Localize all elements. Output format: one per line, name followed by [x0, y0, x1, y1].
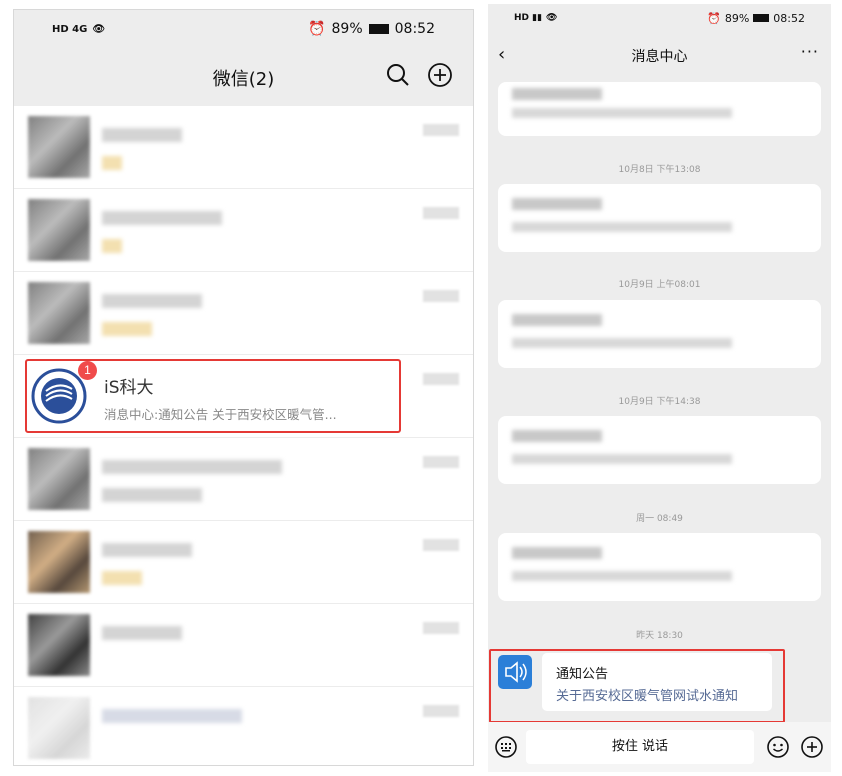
blurred-preview	[102, 156, 122, 170]
notice-link[interactable]: 关于西安校区暖气管网试水通知	[556, 685, 738, 704]
clock-time: 08:52	[394, 21, 435, 37]
signal-indicator: HD 4G	[52, 23, 88, 35]
blurred-time	[423, 124, 459, 136]
eye-icon: 👁	[92, 23, 106, 35]
timestamp: 10月9日 下午14:38	[618, 397, 701, 407]
avatar	[28, 697, 90, 759]
battery-icon	[368, 24, 389, 34]
timestamp: 昨天 18:30	[636, 631, 683, 641]
status-bar: HD 4G 👁 ⏰ 89% 08:52	[14, 10, 473, 48]
blurred-body	[512, 571, 732, 581]
page-title: 消息中心	[631, 49, 688, 65]
add-circle-icon[interactable]	[800, 735, 824, 759]
blurred-body	[512, 108, 732, 118]
list-item[interactable]	[14, 604, 473, 687]
eye-icon: 👁	[546, 13, 558, 23]
battery-percent: 89%	[724, 11, 750, 25]
emoji-icon[interactable]	[766, 735, 790, 759]
blurred-name	[102, 709, 242, 723]
list-item[interactable]	[14, 687, 473, 765]
input-bar: 按住 说话	[488, 722, 831, 772]
signal-icon: HD ▮▮	[514, 13, 543, 23]
list-item[interactable]	[14, 106, 473, 189]
notice-message[interactable]: 通知公告 关于西安校区暖气管网试水通知	[496, 649, 784, 717]
message-card[interactable]	[498, 300, 821, 368]
avatar	[28, 282, 90, 344]
message-card[interactable]	[498, 533, 821, 601]
list-item[interactable]	[14, 272, 473, 355]
blurred-name	[102, 543, 192, 557]
add-circle-icon[interactable]	[427, 62, 453, 88]
avatar	[28, 116, 90, 178]
blurred-title	[512, 314, 602, 326]
timestamp: 周一 08:49	[636, 514, 683, 524]
unread-badge: 1	[78, 361, 97, 380]
blurred-time	[423, 373, 459, 385]
status-bar: HD ▮▮ 👁 ⏰ 89% 08:52	[488, 4, 831, 32]
blurred-title	[512, 430, 602, 442]
list-item[interactable]	[14, 521, 473, 604]
more-icon[interactable]: ···	[801, 42, 819, 61]
blurred-preview	[102, 239, 122, 253]
blurred-title	[512, 547, 602, 559]
timestamp: 10月9日 上午08:01	[618, 280, 701, 290]
avatar	[28, 614, 90, 676]
wechat-chat-list-screen: HD 4G 👁 ⏰ 89% 08:52 微信(2) 1 iS科大 消息中心:通知公…	[13, 9, 474, 766]
clock-time: 08:52	[773, 11, 805, 25]
blurred-name	[102, 211, 222, 225]
alarm-icon: ⏰	[707, 11, 721, 25]
blurred-body	[512, 222, 732, 232]
chat-name: iS科大	[104, 378, 154, 398]
speaker-icon	[498, 655, 532, 689]
blurred-name	[102, 626, 182, 640]
notice-bubble[interactable]: 通知公告 关于西安校区暖气管网试水通知	[542, 653, 772, 711]
avatar	[28, 448, 90, 510]
battery-icon	[753, 14, 770, 22]
message-center-screen: HD ▮▮ 👁 ⏰ 89% 08:52 ‹ 消息中心 ··· 10月8日 下午13…	[488, 4, 831, 772]
blurred-body	[512, 338, 732, 348]
timestamp: 10月8日 下午13:08	[618, 165, 701, 175]
blurred-title	[512, 198, 602, 210]
list-item[interactable]	[14, 189, 473, 272]
message-card[interactable]	[498, 416, 821, 484]
chat-list: 1 iS科大 消息中心:通知公告 关于西安校区暖气管...	[14, 106, 473, 765]
blurred-time	[423, 456, 459, 468]
blurred-time	[423, 290, 459, 302]
message-card[interactable]	[498, 82, 821, 136]
blurred-name	[102, 128, 182, 142]
chat-preview: 消息中心:通知公告 关于西安校区暖气管...	[104, 407, 337, 422]
notice-title: 通知公告	[556, 667, 609, 682]
alarm-icon: ⏰	[308, 21, 326, 37]
chat-item-iskeda[interactable]: 1 iS科大 消息中心:通知公告 关于西安校区暖气管...	[14, 355, 473, 438]
search-icon[interactable]	[385, 62, 411, 88]
blurred-name	[102, 460, 282, 474]
list-item[interactable]	[14, 438, 473, 521]
blurred-time	[423, 705, 459, 717]
blurred-time	[423, 622, 459, 634]
blurred-time	[423, 207, 459, 219]
blurred-title	[512, 88, 602, 100]
blurred-preview	[102, 488, 202, 502]
blurred-body	[512, 454, 732, 464]
blurred-preview	[102, 571, 142, 585]
blurred-name	[102, 294, 202, 308]
hold-to-talk-button[interactable]: 按住 说话	[526, 730, 754, 764]
avatar	[28, 531, 90, 593]
app-header: 微信(2)	[14, 48, 473, 106]
message-card[interactable]	[498, 184, 821, 252]
blurred-time	[423, 539, 459, 551]
avatar	[28, 199, 90, 261]
keyboard-icon[interactable]	[494, 735, 518, 759]
blurred-preview	[102, 322, 152, 336]
battery-percent: 89%	[331, 21, 363, 37]
app-header: ‹ 消息中心 ···	[488, 32, 831, 76]
